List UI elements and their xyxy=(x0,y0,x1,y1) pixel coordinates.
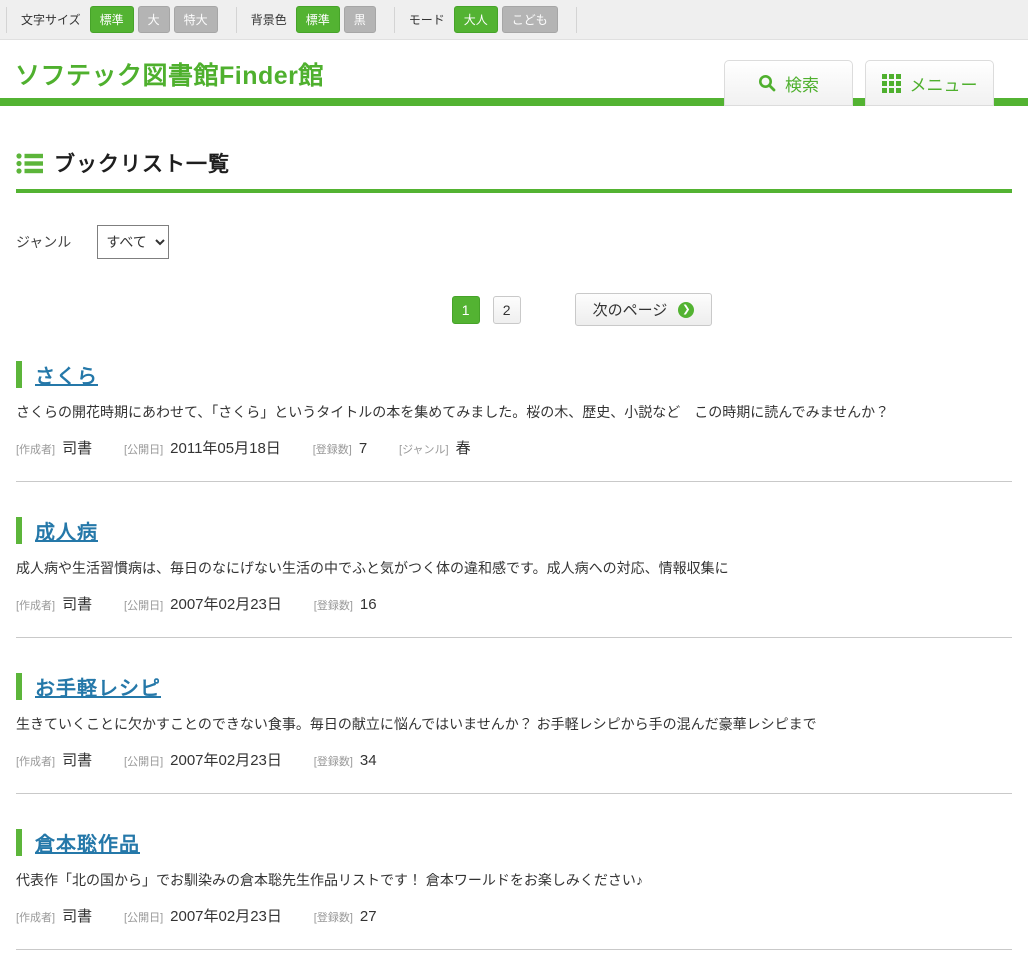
item-title-row: さくら xyxy=(16,360,1012,389)
menu-button-label: メニュー xyxy=(910,71,978,96)
booklist-item: さくら さくらの開花時期にあわせて、「さくら」というタイトルの本を集めてみました… xyxy=(16,360,1012,482)
genre-select[interactable]: すべて xyxy=(97,225,169,259)
next-page-button[interactable]: 次のページ ❯ xyxy=(575,293,713,326)
page-1-button[interactable]: 1 xyxy=(452,296,480,324)
item-divider xyxy=(16,949,1012,950)
font-size-large-button[interactable]: 大 xyxy=(138,6,170,33)
item-title-row: 成人病 xyxy=(16,516,1012,545)
meta-creator: [作成者]司書 xyxy=(16,596,92,612)
header-tabs: 検索 メニュー xyxy=(724,60,994,106)
mode-adult-button[interactable]: 大人 xyxy=(454,6,498,33)
main-content: ブックリスト一覧 ジャンル すべて 1 2 次のページ ❯ さくら さくらの開花… xyxy=(0,148,1028,950)
booklist-item: 倉本聡作品 代表作「北の国から」でお馴染みの倉本聡先生作品リストです！ 倉本ワー… xyxy=(16,828,1012,950)
meta-creator: [作成者]司書 xyxy=(16,908,92,924)
font-size-group: 文字サイズ 標準 大 特大 xyxy=(6,7,236,33)
background-color-group: 背景色 標準 黒 xyxy=(236,7,394,33)
site-header: ソフテック図書館Finder館 検索 メニュー xyxy=(0,40,1028,98)
page-title-block: ブックリスト一覧 xyxy=(16,148,1012,193)
list-icon xyxy=(16,152,43,175)
meta-creator: [作成者]司書 xyxy=(16,752,92,768)
meta-published: [公開日]2011年05月18日 xyxy=(124,440,281,456)
title-accent-bar xyxy=(16,673,22,700)
booklist-title-link[interactable]: お手軽レシピ xyxy=(35,672,161,701)
search-button-label: 検索 xyxy=(785,71,819,96)
booklist-description: さくらの開花時期にあわせて、「さくら」というタイトルの本を集めてみました。桜の木… xyxy=(16,402,1012,422)
next-arrow-icon: ❯ xyxy=(678,302,694,318)
font-size-label: 文字サイズ xyxy=(21,11,81,28)
menu-grid-icon xyxy=(882,74,901,93)
pagination: 1 2 次のページ ❯ xyxy=(16,293,1012,326)
bg-black-button[interactable]: 黒 xyxy=(344,6,376,33)
booklist-meta: [作成者]司書 [公開日]2007年02月23日 [登録数]34 xyxy=(16,749,1012,770)
item-divider xyxy=(16,793,1012,794)
accessibility-bar: 文字サイズ 標準 大 特大 背景色 標準 黒 モード 大人 こども xyxy=(0,0,1028,40)
item-title-row: 倉本聡作品 xyxy=(16,828,1012,857)
booklist-description: 代表作「北の国から」でお馴染みの倉本聡先生作品リストです！ 倉本ワールドをお楽し… xyxy=(16,870,1012,890)
background-color-label: 背景色 xyxy=(251,11,287,28)
meta-count: [登録数]34 xyxy=(314,752,377,768)
booklist-meta: [作成者]司書 [公開日]2011年05月18日 [登録数]7 [ジャンル]春 xyxy=(16,437,1012,458)
meta-count: [登録数]16 xyxy=(314,596,377,612)
site-title: ソフテック図書館Finder館 xyxy=(15,56,324,92)
meta-creator: [作成者]司書 xyxy=(16,440,92,456)
mode-kids-button[interactable]: こども xyxy=(502,6,558,33)
item-divider xyxy=(16,481,1012,482)
font-size-standard-button[interactable]: 標準 xyxy=(90,6,134,33)
meta-genre: [ジャンル]春 xyxy=(399,440,471,456)
item-divider xyxy=(16,637,1012,638)
title-accent-bar xyxy=(16,829,22,856)
menu-button[interactable]: メニュー xyxy=(865,60,994,106)
booklist-meta: [作成者]司書 [公開日]2007年02月23日 [登録数]27 xyxy=(16,905,1012,926)
meta-count: [登録数]7 xyxy=(313,440,367,456)
bg-standard-button[interactable]: 標準 xyxy=(296,6,340,33)
meta-count: [登録数]27 xyxy=(314,908,377,924)
booklist-title-link[interactable]: 成人病 xyxy=(35,516,98,545)
page-title: ブックリスト一覧 xyxy=(54,148,230,178)
meta-published: [公開日]2007年02月23日 xyxy=(124,752,282,768)
booklist-title-link[interactable]: 倉本聡作品 xyxy=(35,828,140,857)
booklist-item: 成人病 成人病や生活習慣病は、毎日のなにげない生活の中でふと気がつく体の違和感で… xyxy=(16,516,1012,638)
page-2-button[interactable]: 2 xyxy=(493,296,521,324)
mode-label: モード xyxy=(409,11,445,28)
meta-published: [公開日]2007年02月23日 xyxy=(124,908,282,924)
booklist-description: 成人病や生活習慣病は、毎日のなにげない生活の中でふと気がつく体の違和感です。成人… xyxy=(16,558,1012,578)
booklist-meta: [作成者]司書 [公開日]2007年02月23日 [登録数]16 xyxy=(16,593,1012,614)
title-accent-bar xyxy=(16,361,22,388)
meta-published: [公開日]2007年02月23日 xyxy=(124,596,282,612)
booklist-item: お手軽レシピ 生きていくことに欠かすことのできない食事。毎日の献立に悩んではいま… xyxy=(16,672,1012,794)
booklist-title-link[interactable]: さくら xyxy=(35,360,98,389)
next-page-label: 次のページ xyxy=(593,299,668,320)
mode-group: モード 大人 こども xyxy=(394,7,577,33)
search-button[interactable]: 検索 xyxy=(724,60,853,106)
font-size-xlarge-button[interactable]: 特大 xyxy=(174,6,218,33)
item-title-row: お手軽レシピ xyxy=(16,672,1012,701)
booklist-description: 生きていくことに欠かすことのできない食事。毎日の献立に悩んではいませんか？ お手… xyxy=(16,714,1012,734)
title-accent-bar xyxy=(16,517,22,544)
search-icon xyxy=(758,74,776,92)
genre-filter-row: ジャンル すべて xyxy=(16,225,1012,259)
genre-label: ジャンル xyxy=(16,232,71,252)
